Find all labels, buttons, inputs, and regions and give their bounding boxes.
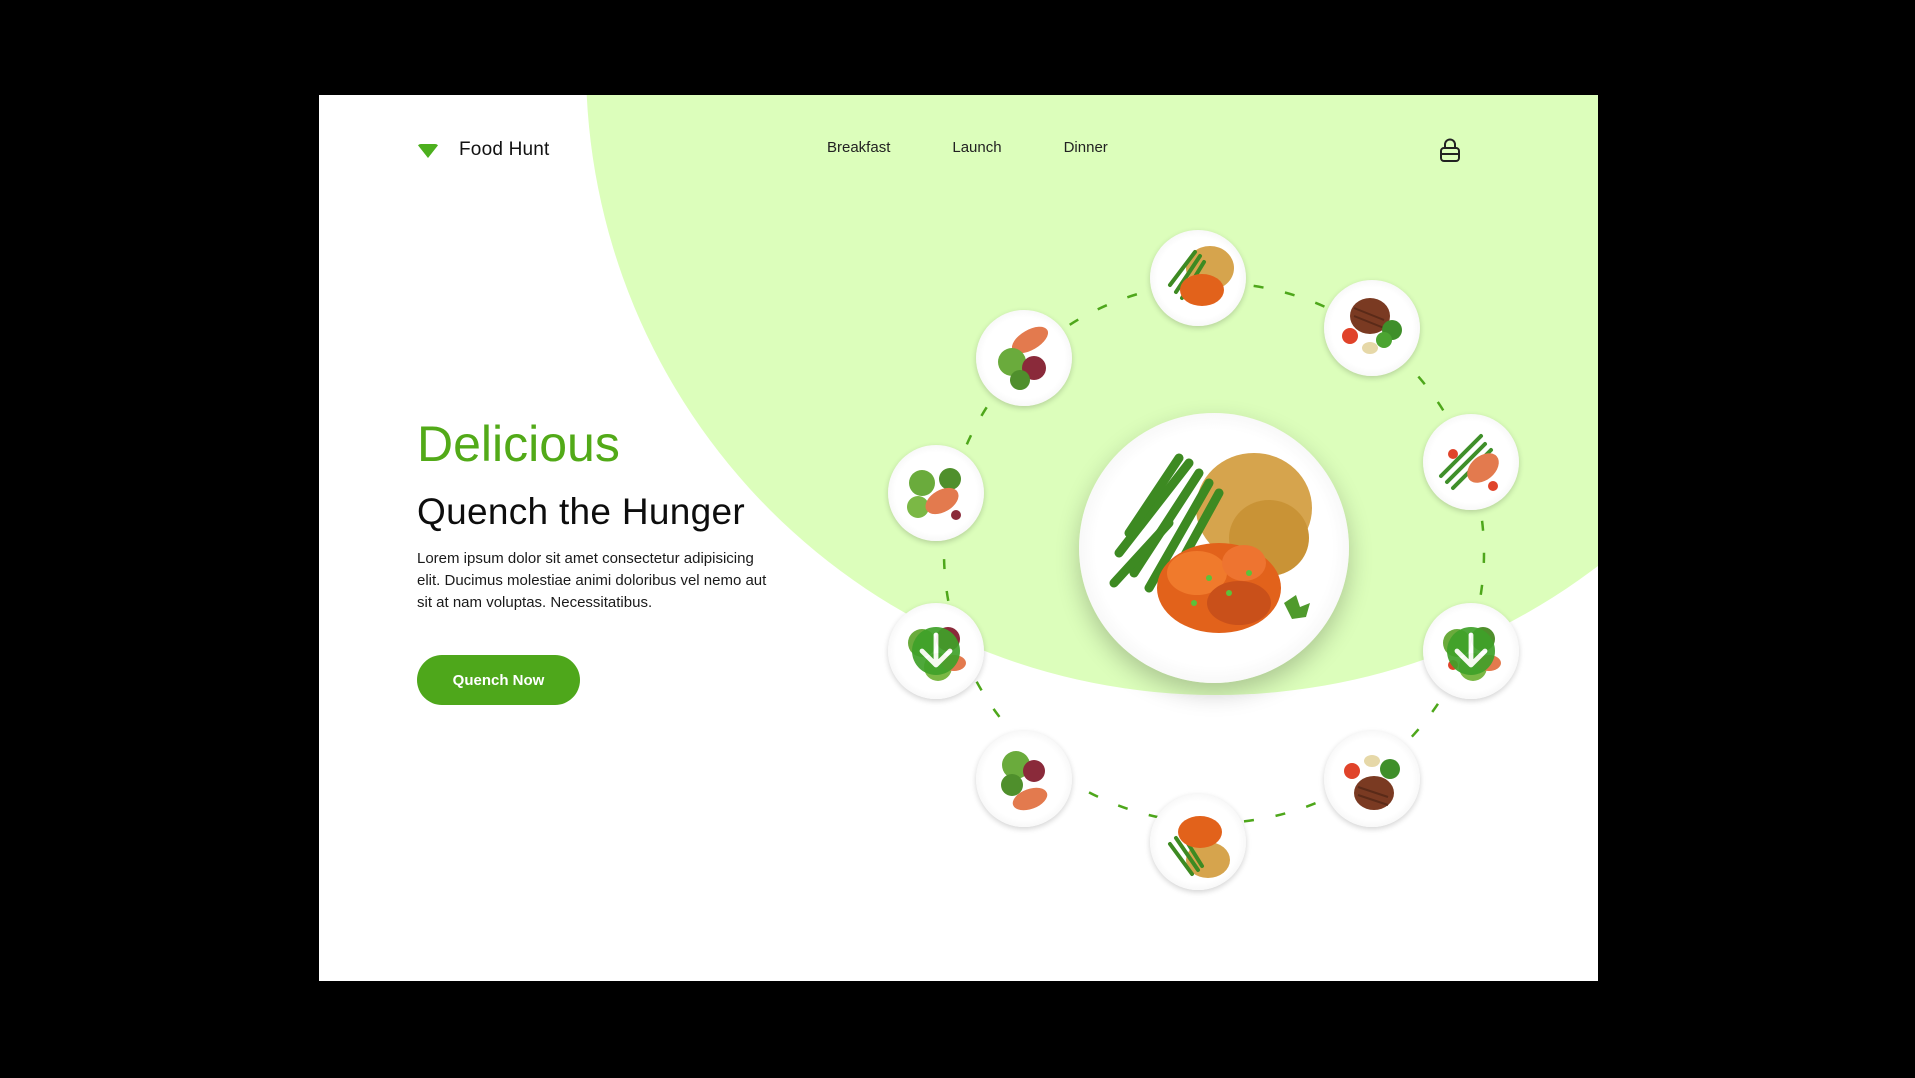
nav-item-dinner[interactable]: Dinner — [1064, 139, 1108, 156]
arrow-down-icon — [919, 632, 953, 668]
nav-item-breakfast[interactable]: Breakfast — [827, 139, 890, 156]
bowl-icon — [417, 144, 439, 158]
quench-now-button[interactable]: Quench Now — [417, 655, 580, 705]
dish-plate-chicken-rice[interactable] — [1150, 230, 1246, 326]
nav-item-launch[interactable]: Launch — [952, 139, 1001, 156]
dish-plate-steak-broccoli-2[interactable] — [1324, 731, 1420, 827]
dish-plate-salad-download[interactable] — [1423, 603, 1519, 699]
dish-plate-salad-download-2[interactable] — [888, 603, 984, 699]
dish-plate-steak-broccoli[interactable] — [1324, 280, 1420, 376]
brand-name: Food Hunt — [459, 139, 550, 160]
main-nav: Breakfast Launch Dinner — [827, 139, 1170, 156]
dish-plate-salmon-salad-2[interactable] — [976, 310, 1072, 406]
hero-tagline: Delicious — [417, 416, 620, 472]
featured-dish-image — [1109, 453, 1312, 633]
featured-dish-plate — [1079, 413, 1349, 683]
arrow-down-icon — [1454, 632, 1488, 668]
dish-plate-salmon-salad[interactable] — [888, 445, 984, 541]
lock-icon[interactable] — [1439, 137, 1461, 163]
landing-page: Food Hunt Breakfast Launch Dinner Delici… — [319, 95, 1598, 981]
dish-plate-salad-salmon[interactable] — [976, 731, 1072, 827]
brand-logo[interactable]: Food Hunt — [417, 139, 550, 161]
hero-description: Lorem ipsum dolor sit amet consectetur a… — [417, 550, 767, 611]
download-button[interactable] — [912, 627, 960, 675]
download-button[interactable] — [1447, 627, 1495, 675]
dish-plate-chicken-rice-2[interactable] — [1150, 794, 1246, 890]
hero-title: Quench the Hunger — [417, 491, 746, 532]
dish-plate-salmon-asparagus[interactable] — [1423, 414, 1519, 510]
